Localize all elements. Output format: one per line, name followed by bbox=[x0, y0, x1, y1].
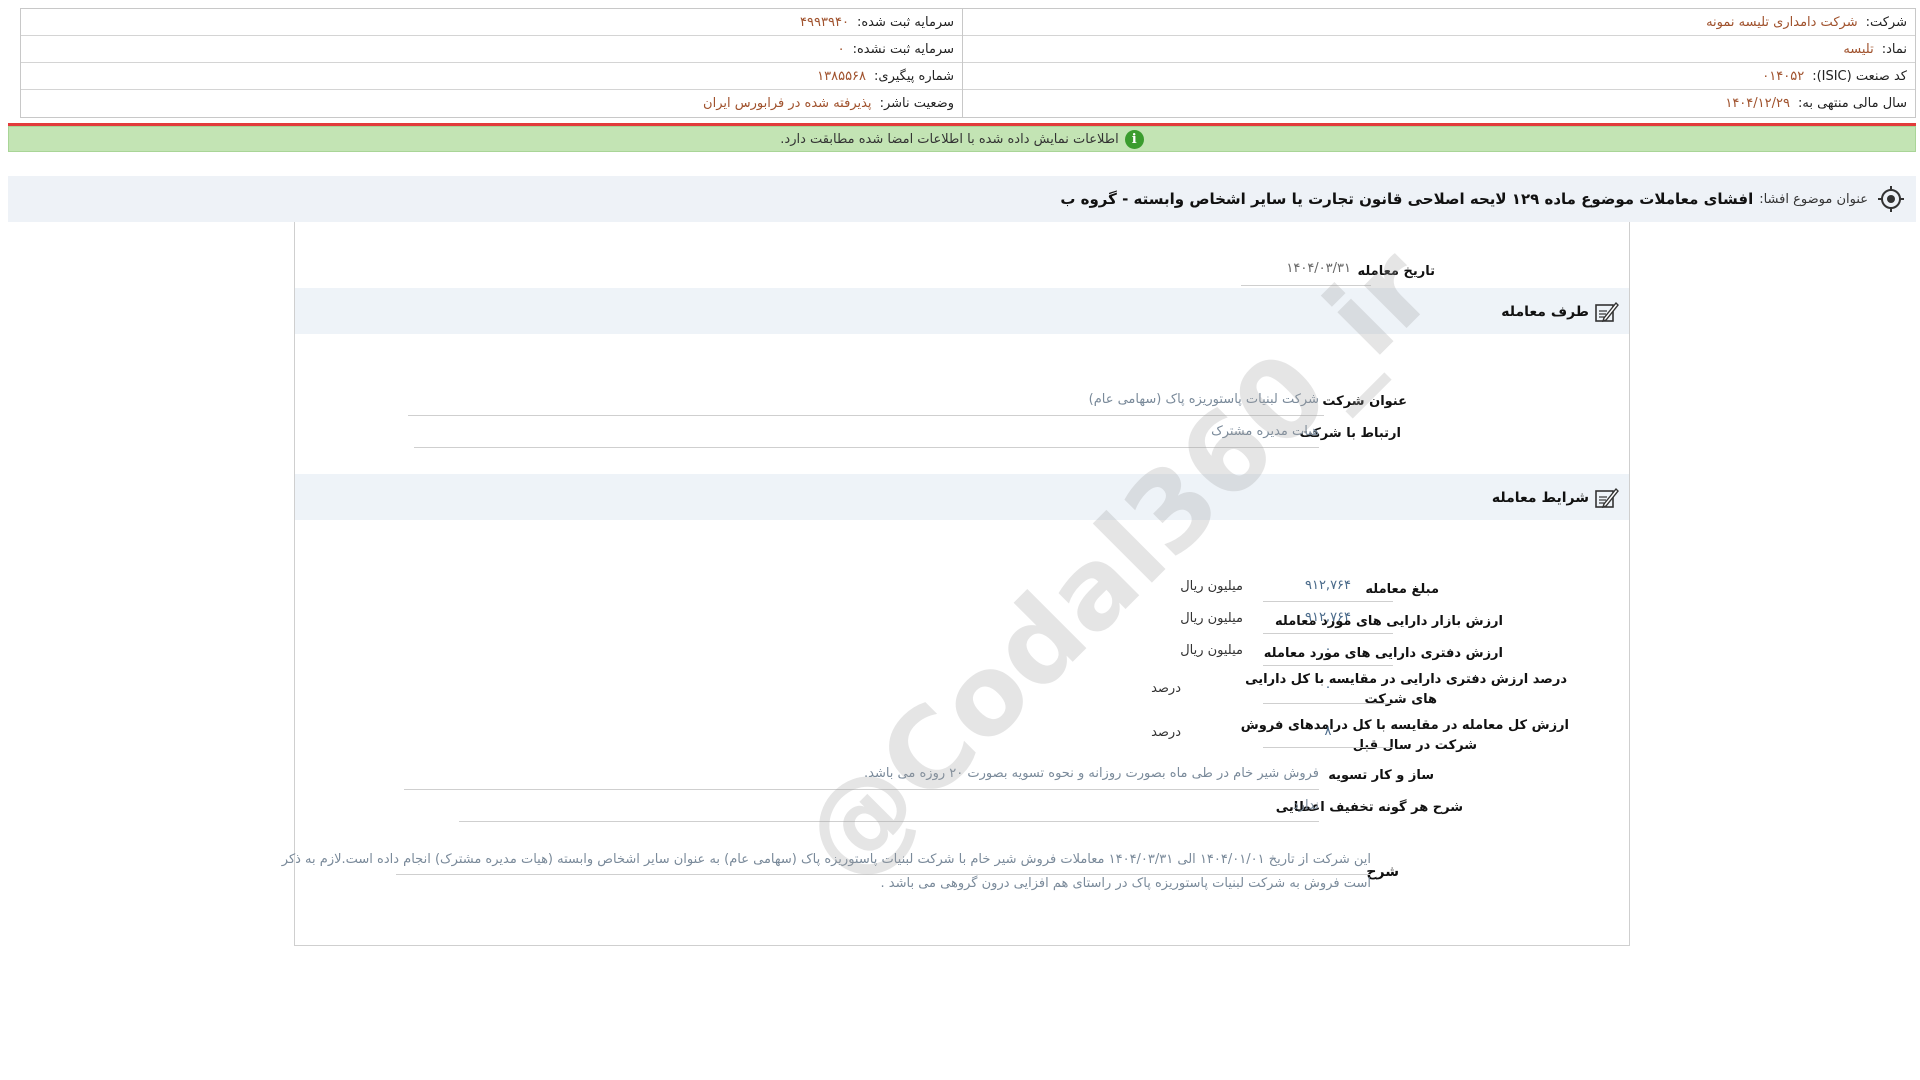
market-value-unit: میلیون ریال bbox=[1180, 611, 1243, 626]
terms-section-title: شرایط معامله bbox=[1492, 486, 1619, 510]
relation-underline bbox=[414, 447, 1319, 448]
edit-icon bbox=[1593, 486, 1619, 510]
unregistered-capital-row: سرمایه ثبت نشده: ۰ bbox=[21, 36, 962, 63]
company-info-table: شرکت: شرکت دامداری تلیسه نمونه نماد: تلی… bbox=[20, 8, 1916, 118]
sales-ratio-label-line2: شرکت در سال قبل bbox=[1352, 738, 1477, 753]
tracking-number-label: شماره پیگیری: bbox=[874, 68, 954, 84]
company-title-label: عنوان شرکت bbox=[1322, 394, 1407, 409]
company-label: شرکت: bbox=[1865, 14, 1907, 30]
book-value-percent-value: ۰ bbox=[1324, 680, 1332, 695]
deal-date-underline bbox=[1241, 285, 1371, 286]
company-value: شرکت دامداری تلیسه نمونه bbox=[1706, 14, 1858, 30]
market-value-value: ۹۱۲,۷۶۴ bbox=[1304, 610, 1352, 625]
publisher-status-row: وضعیت ناشر: پذیرفته شده در فرابورس ایران bbox=[21, 90, 962, 117]
description-label: شرح bbox=[1366, 864, 1399, 880]
disclosure-title-label: عنوان موضوع افشا: bbox=[1759, 191, 1868, 207]
isic-label: کد صنعت (ISIC): bbox=[1812, 68, 1907, 84]
deal-amount-value: ۹۱۲,۷۶۴ bbox=[1304, 578, 1352, 593]
sales-ratio-unit: درصد bbox=[1151, 725, 1181, 740]
symbol-row: نماد: تلیسه bbox=[963, 36, 1915, 63]
deal-amount-underline bbox=[1263, 601, 1393, 602]
book-value-value: ۰ bbox=[1324, 642, 1332, 657]
counterparty-section-title: طرف معامله bbox=[1501, 300, 1619, 324]
disclosure-title-bar: عنوان موضوع افشا: افشای معاملات موضوع ما… bbox=[8, 176, 1916, 222]
terms-section-label: شرایط معامله bbox=[1491, 490, 1589, 506]
description-line-2: است فروش به شرکت لبنیات پاستوریزه پاک در… bbox=[880, 876, 1371, 891]
discount-underline bbox=[459, 821, 1319, 822]
counterparty-section-label: طرف معامله bbox=[1501, 304, 1589, 320]
settlement-label: ساز و کار تسویه bbox=[1328, 768, 1434, 783]
company-info-right-column: شرکت: شرکت دامداری تلیسه نمونه نماد: تلی… bbox=[962, 9, 1915, 117]
settlement-value: فروش شیر خام در طی ماه بصورت روزانه و نح… bbox=[863, 766, 1319, 781]
counterparty-section-header: طرف معامله bbox=[295, 288, 1629, 334]
publisher-status-label: وضعیت ناشر: bbox=[879, 95, 954, 111]
company-info-left-column: سرمایه ثبت شده: ۴۹۹۳۹۴۰ سرمایه ثبت نشده:… bbox=[21, 9, 962, 117]
book-value-unit: میلیون ریال bbox=[1180, 643, 1243, 658]
info-icon: i bbox=[1124, 129, 1144, 149]
fiscal-year-row: سال مالی منتهی به: ۱۴۰۴/۱۲/۲۹ bbox=[963, 90, 1915, 117]
verification-notice: i اطلاعات نمایش داده شده با اطلاعات امضا… bbox=[8, 126, 1916, 152]
disclosure-panel: تاریخ معامله ۱۴۰۴/۰۳/۳۱ طرف معامله عنوان… bbox=[282, 222, 1630, 946]
target-icon bbox=[1876, 184, 1906, 214]
market-value-underline bbox=[1263, 633, 1393, 634]
settlement-underline bbox=[404, 789, 1319, 790]
registered-capital-label: سرمایه ثبت شده: bbox=[856, 14, 954, 30]
verification-notice-text: اطلاعات نمایش داده شده با اطلاعات امضا ش… bbox=[780, 131, 1119, 147]
book-value-percent-underline bbox=[1263, 703, 1393, 704]
registered-capital-row: سرمایه ثبت شده: ۴۹۹۳۹۴۰ bbox=[21, 9, 962, 36]
description-line-1-underline bbox=[396, 874, 1371, 875]
book-value-percent-unit: درصد bbox=[1151, 681, 1181, 696]
terms-section-header: شرایط معامله bbox=[295, 474, 1629, 520]
publisher-status-value: پذیرفته شده در فرابورس ایران bbox=[703, 95, 872, 111]
deal-amount-unit: میلیون ریال bbox=[1180, 579, 1243, 594]
unregistered-capital-label: سرمایه ثبت نشده: bbox=[852, 41, 954, 57]
company-title-underline bbox=[408, 415, 1324, 416]
edit-icon bbox=[1593, 300, 1619, 324]
deal-date-value: ۱۴۰۴/۰۳/۳۱ bbox=[1286, 261, 1351, 276]
company-title-value: شرکت لبنیات پاستوریزه پاک (سهامی عام) bbox=[1088, 392, 1319, 407]
deal-date-label: تاریخ معامله bbox=[1357, 264, 1435, 279]
relation-value: هیات مدیره مشترک bbox=[1211, 424, 1319, 439]
disclosure-title: افشای معاملات موضوع ماده ۱۲۹ لایحه اصلاح… bbox=[1060, 190, 1754, 208]
fiscal-year-label: سال مالی منتهی به: bbox=[1797, 95, 1907, 111]
book-value-underline bbox=[1263, 665, 1393, 666]
registered-capital-value: ۴۹۹۳۹۴۰ bbox=[800, 14, 849, 30]
symbol-label: نماد: bbox=[1881, 41, 1907, 57]
tracking-number-row: شماره پیگیری: ۱۳۸۵۵۶۸ bbox=[21, 63, 962, 90]
isic-value: ۰۱۴۰۵۲ bbox=[1762, 68, 1805, 84]
discount-value: ندارد bbox=[1292, 798, 1319, 813]
sales-ratio-value: ۸ bbox=[1324, 724, 1332, 739]
sales-ratio-underline bbox=[1263, 747, 1393, 748]
fiscal-year-value: ۱۴۰۴/۱۲/۲۹ bbox=[1725, 95, 1790, 111]
company-row: شرکت: شرکت دامداری تلیسه نمونه bbox=[963, 9, 1915, 36]
isic-row: کد صنعت (ISIC): ۰۱۴۰۵۲ bbox=[963, 63, 1915, 90]
description-line-1: این شرکت از تاریخ ۱۴۰۴/۰۱/۰۱ الی ۱۴۰۴/۰۳… bbox=[281, 852, 1371, 867]
tracking-number-value: ۱۳۸۵۵۶۸ bbox=[817, 68, 867, 84]
symbol-value: تلیسه bbox=[1843, 41, 1874, 57]
unregistered-capital-value: ۰ bbox=[837, 41, 845, 57]
